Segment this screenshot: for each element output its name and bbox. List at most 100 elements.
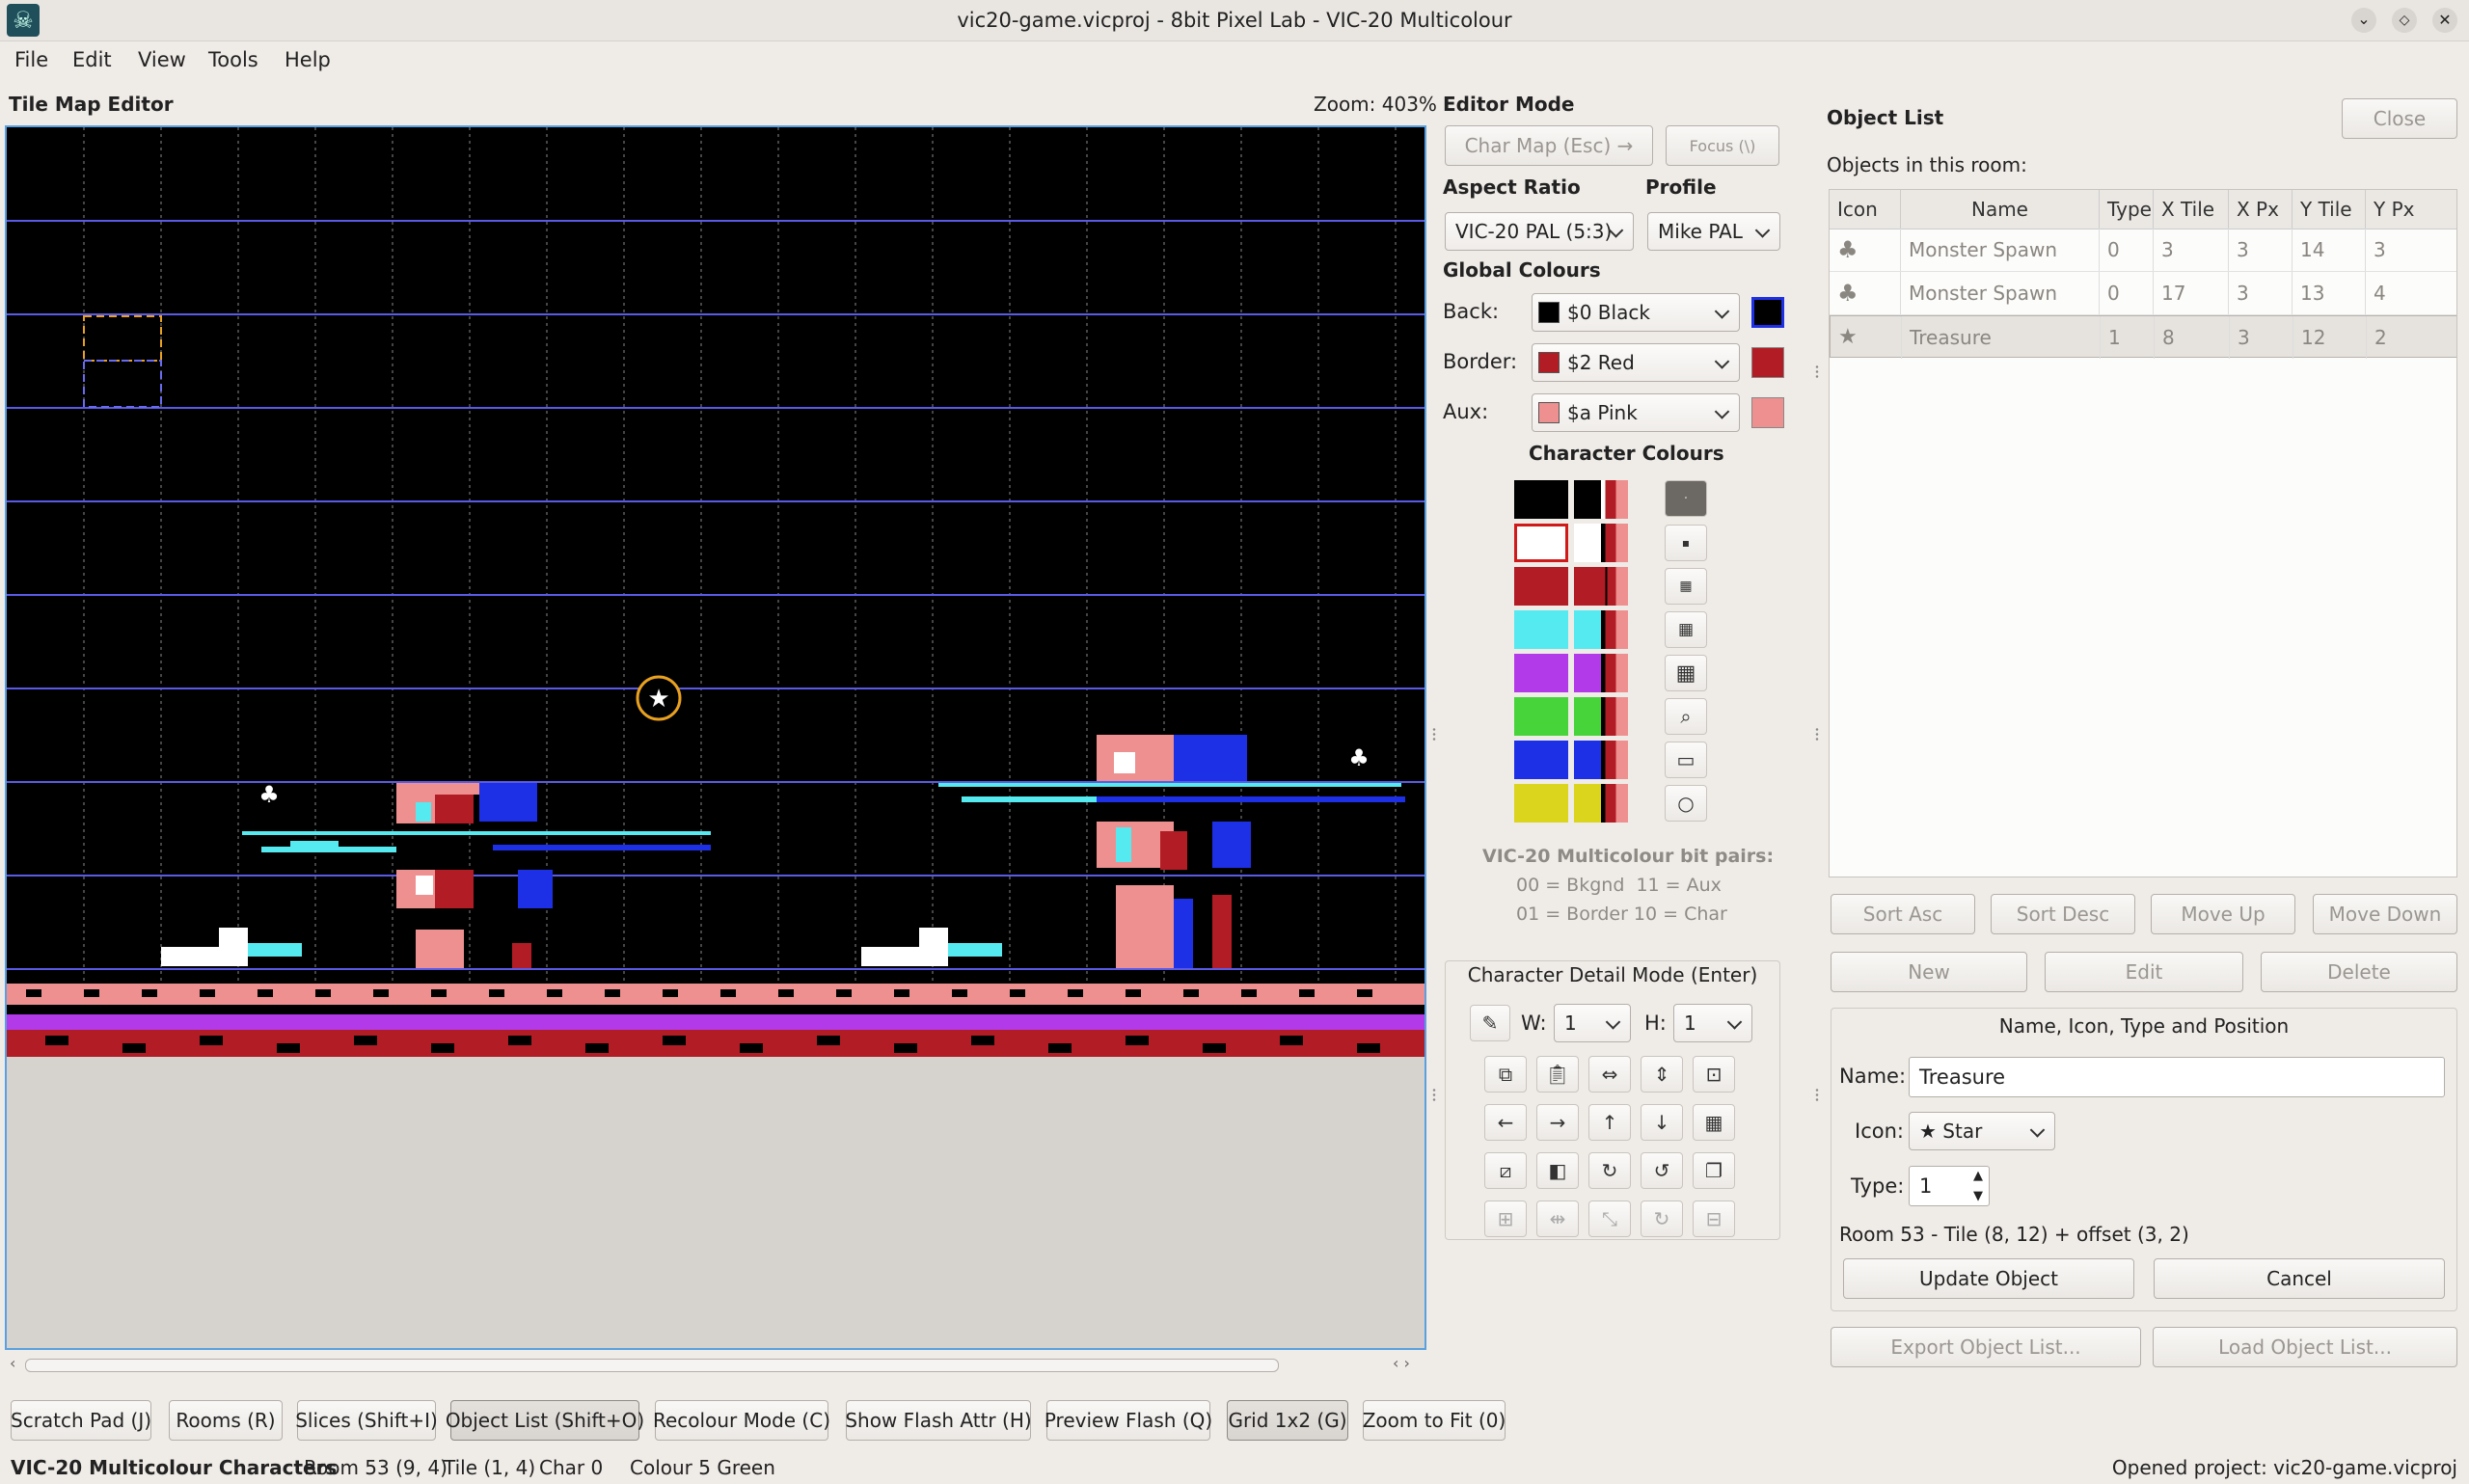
transform-icon[interactable]: ⊟ — [1693, 1201, 1735, 1237]
copy-icon[interactable]: ⧉ — [1484, 1056, 1527, 1093]
scroll-right-icon[interactable]: ‹ › — [1393, 1354, 1410, 1372]
width-select[interactable]: 1 — [1554, 1004, 1631, 1042]
char-colour-6[interactable] — [1514, 741, 1568, 779]
rooms-button[interactable]: Rooms (R) — [169, 1400, 283, 1441]
shift-right-icon[interactable]: → — [1536, 1104, 1579, 1141]
col-type[interactable]: Type — [2100, 190, 2154, 229]
move-down-button[interactable]: Move Down — [2313, 894, 2457, 934]
table-row-selected[interactable]: ★ Treasure 1 8 3 12 2 — [1830, 315, 2456, 359]
col-x-px[interactable]: X Px — [2229, 190, 2293, 229]
show-flash-attr-button[interactable]: Show Flash Attr (H) — [845, 1400, 1032, 1441]
rotate-cw-icon[interactable]: ↻ — [1588, 1152, 1631, 1189]
zoom-to-fit-button[interactable]: Zoom to Fit (0) — [1363, 1400, 1506, 1441]
aux-colour-select[interactable]: $a Pink — [1532, 393, 1740, 432]
preview-flash-button[interactable]: Preview Flash (Q) — [1045, 1400, 1212, 1441]
focus-button[interactable]: Focus (\) — [1666, 125, 1779, 166]
flip-horizontal-icon[interactable]: ⇔ — [1588, 1056, 1631, 1093]
export-object-list-button[interactable]: Export Object List... — [1831, 1327, 2141, 1367]
update-object-button[interactable]: Update Object — [1843, 1258, 2134, 1299]
shadow-icon[interactable]: ❐ — [1693, 1152, 1735, 1189]
invert-icon[interactable]: ◧ — [1536, 1152, 1579, 1189]
brush-3px-icon[interactable]: ▦ — [1665, 568, 1707, 605]
char-map-button[interactable]: Char Map (Esc) → — [1445, 125, 1653, 166]
shift-down-icon[interactable]: ↓ — [1641, 1104, 1683, 1141]
aspect-ratio-select[interactable]: VIC-20 PAL (5:3) — [1445, 212, 1634, 251]
rectangle-icon[interactable]: ▭ — [1665, 742, 1707, 778]
brush-1px-icon[interactable]: · — [1665, 480, 1707, 517]
splitter-handle[interactable] — [1815, 1088, 1819, 1101]
tilemap-hscrollbar[interactable]: ‹ ‹ › — [10, 1354, 1422, 1375]
profile-select[interactable]: Mike PAL — [1647, 212, 1780, 251]
edit-object-button[interactable]: Edit — [2045, 952, 2243, 992]
sort-asc-button[interactable]: Sort Asc — [1831, 894, 1975, 934]
pencil-icon[interactable]: ✎ — [1470, 1005, 1510, 1041]
back-colour-button[interactable] — [1751, 297, 1784, 328]
crop-icon[interactable]: ⊞ — [1484, 1201, 1527, 1237]
char-colour-0[interactable] — [1514, 480, 1568, 519]
menu-help[interactable]: Help — [285, 48, 331, 71]
splitter-handle[interactable] — [1815, 727, 1819, 741]
rotate-free-icon[interactable]: ↻ — [1641, 1201, 1683, 1237]
splitter-handle[interactable] — [1432, 727, 1436, 741]
col-name[interactable]: Name — [1901, 190, 2100, 229]
spin-down-icon[interactable]: ▼ — [1973, 1189, 1983, 1203]
load-object-list-button[interactable]: Load Object List... — [2153, 1327, 2457, 1367]
char-colour-5[interactable] — [1514, 697, 1568, 736]
shift-left-icon[interactable]: ← — [1484, 1104, 1527, 1141]
menu-edit[interactable]: Edit — [72, 48, 112, 71]
col-y-tile[interactable]: Y Tile — [2293, 190, 2366, 229]
grid-icon[interactable]: ▦ — [1693, 1104, 1735, 1141]
back-colour-select[interactable]: $0 Black — [1532, 293, 1740, 332]
brush-5px-icon[interactable]: ▦ — [1665, 655, 1707, 691]
brush-4px-icon[interactable]: ▦ — [1665, 611, 1707, 648]
new-object-button[interactable]: New — [1831, 952, 2027, 992]
scratch-pad-button[interactable]: Scratch Pad (J) — [11, 1400, 151, 1441]
char-colour-2[interactable] — [1514, 567, 1568, 606]
minimize-icon[interactable]: ⌄ — [2351, 8, 2376, 33]
table-row[interactable]: ♣ Monster Spawn 0 17 3 13 4 — [1830, 272, 2456, 315]
slices-button[interactable]: Slices (Shift+I) — [295, 1400, 438, 1441]
recolour-mode-button[interactable]: Recolour Mode (C) — [653, 1400, 830, 1441]
menu-file[interactable]: File — [14, 48, 48, 71]
object-table[interactable]: Icon Name Type X Tile X Px Y Tile Y Px ♣… — [1829, 189, 2457, 877]
border-colour-select[interactable]: $2 Red — [1532, 343, 1740, 382]
brush-2px-icon[interactable]: ▪ — [1665, 525, 1707, 561]
scale-icon[interactable]: ⤡ — [1588, 1201, 1631, 1237]
object-list-close-button[interactable]: Close — [2342, 98, 2457, 139]
maximize-icon[interactable]: ◇ — [2392, 8, 2417, 33]
aux-colour-button[interactable] — [1751, 397, 1784, 428]
table-row[interactable]: ♣ Monster Spawn 0 3 3 14 3 — [1830, 229, 2456, 272]
flip-vertical-icon[interactable]: ⇕ — [1641, 1056, 1683, 1093]
icon-select[interactable]: ★ Star — [1909, 1112, 2055, 1150]
menu-view[interactable]: View — [138, 48, 186, 71]
spin-up-icon[interactable]: ▲ — [1973, 1169, 1983, 1183]
sort-desc-button[interactable]: Sort Desc — [1991, 894, 2135, 934]
col-icon[interactable]: Icon — [1830, 190, 1901, 229]
name-input[interactable]: Treasure — [1909, 1057, 2445, 1097]
char-colour-1[interactable] — [1514, 524, 1568, 562]
char-colour-3[interactable] — [1514, 610, 1568, 649]
center-icon[interactable]: ⊡ — [1693, 1056, 1735, 1093]
move-up-button[interactable]: Move Up — [2151, 894, 2295, 934]
paste-icon[interactable]: 📋︎ — [1536, 1056, 1579, 1093]
cancel-edit-button[interactable]: Cancel — [2154, 1258, 2445, 1299]
char-colour-7[interactable] — [1514, 784, 1568, 823]
type-spinbox[interactable]: 1 ▲ ▼ — [1909, 1166, 1990, 1206]
stretch-icon[interactable]: ⇹ — [1536, 1201, 1579, 1237]
shift-up-icon[interactable]: ↑ — [1588, 1104, 1631, 1141]
menu-tools[interactable]: Tools — [208, 48, 258, 71]
close-icon[interactable]: ✕ — [2432, 8, 2457, 33]
scroll-thumb[interactable] — [25, 1359, 1279, 1372]
border-colour-button[interactable] — [1751, 347, 1784, 378]
rotate-ccw-icon[interactable]: ↺ — [1641, 1152, 1683, 1189]
splitter-handle[interactable] — [1432, 1088, 1436, 1101]
clear-icon[interactable]: ⧄ — [1484, 1152, 1527, 1189]
tilemap-canvas[interactable]: ★ ♣ ♣ — [7, 127, 1424, 1057]
char-colour-4[interactable] — [1514, 654, 1568, 692]
grid-button[interactable]: Grid 1x2 (G) — [1227, 1400, 1348, 1441]
height-select[interactable]: 1 — [1673, 1004, 1752, 1042]
col-x-tile[interactable]: X Tile — [2154, 190, 2229, 229]
object-list-button[interactable]: Object List (Shift+O) — [446, 1400, 644, 1441]
delete-object-button[interactable]: Delete — [2261, 952, 2457, 992]
col-y-px[interactable]: Y Px — [2366, 190, 2456, 229]
